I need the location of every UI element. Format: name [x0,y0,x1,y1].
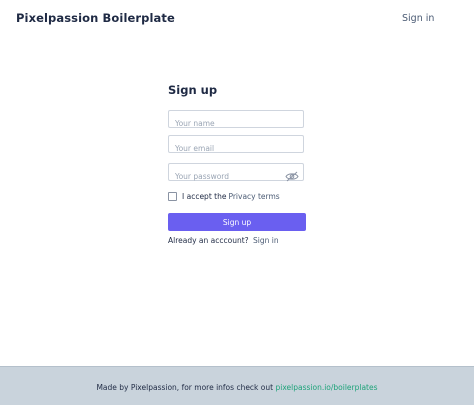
already-account-row: Already an acccount? Sign in [168,236,279,245]
email-field-wrapper [168,135,304,157]
signin-link[interactable]: Sign in [253,236,279,245]
footer: Made by Pixelpassion, for more infos che… [0,366,474,405]
page: Pixelpassion Boilerplate Sign in Sign up… [0,0,474,405]
signup-button[interactable]: Sign up [168,213,306,231]
password-field-wrapper [168,163,304,185]
form-title: Sign up [168,83,218,97]
footer-text: Made by Pixelpassion, for more infos che… [96,383,274,392]
footer-text-row: Made by Pixelpassion, for more infos che… [0,383,474,392]
name-input[interactable] [169,115,303,132]
already-account-text: Already an acccount? [168,236,249,245]
header-signin-link[interactable]: Sign in [402,13,434,24]
signup-form: Sign up I accept the Privacy terms Sign … [168,83,306,245]
terms-prefix: I accept the [182,191,227,201]
brand-title: Pixelpassion Boilerplate [16,11,175,25]
terms-row: I accept the Privacy terms [168,191,280,201]
privacy-terms-link[interactable]: Privacy terms [228,192,279,201]
footer-link[interactable]: pixelpassion.io/boilerplates [275,383,377,392]
eye-slash-icon[interactable] [285,167,299,182]
name-field-wrapper [168,110,304,132]
password-input[interactable] [169,168,303,185]
header: Pixelpassion Boilerplate Sign in [0,0,474,36]
email-input[interactable] [169,140,303,157]
terms-checkbox[interactable] [168,191,177,201]
